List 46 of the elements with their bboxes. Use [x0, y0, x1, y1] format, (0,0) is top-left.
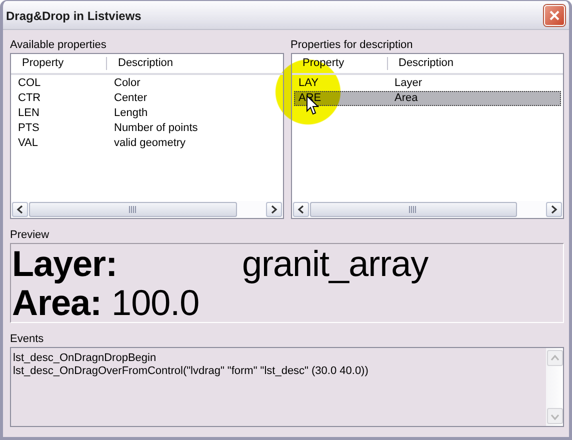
cell-text: VAL: [17, 136, 39, 151]
list-row[interactable]: CTR Center: [13, 91, 280, 106]
list-row[interactable]: COL Color: [13, 76, 280, 91]
cell-text: COL: [17, 76, 42, 91]
scroll-thumb[interactable]: [310, 202, 517, 217]
scroll-left-icon[interactable]: [292, 202, 308, 217]
cell-text: valid geometry: [113, 136, 186, 151]
preview-label: Layer:: [12, 244, 118, 283]
events-log[interactable]: lst_desc_OnDragnDropBegin lst_desc_OnDragOverFromControl("lvdrag" "form" "lst_desc" (30.0 40.0)): [10, 347, 564, 427]
close-icon: [549, 10, 560, 20]
cell-text: PTS: [17, 121, 40, 136]
scroll-right-icon[interactable]: [546, 202, 562, 217]
horizontal-scrollbar[interactable]: [11, 201, 282, 218]
cell-text: Area: [394, 91, 418, 106]
cell-text: Number of points: [113, 121, 198, 136]
preview-label: Area:: [12, 283, 102, 322]
cell-text: Color: [113, 76, 140, 91]
log-line: lst_desc_OnDragOverFromControl("lvdrag" "form" "lst_desc" (30.0 40.0)): [13, 365, 368, 378]
preview-value: 100.0: [112, 283, 200, 322]
section-label: Preview: [10, 228, 50, 243]
horizontal-scrollbar[interactable]: [292, 201, 563, 218]
section-label: Events: [10, 332, 44, 347]
list-label: Available properties: [10, 38, 106, 53]
cell-text: Center: [113, 91, 148, 106]
window-title: Drag&Drop in Listviews: [6, 8, 142, 23]
list-row[interactable]: LAY Layer: [294, 76, 561, 91]
log-line: lst_desc_OnDragnDropBegin: [13, 352, 156, 365]
column-header[interactable]: Property: [11, 57, 107, 70]
list-row[interactable]: VAL valid geometry: [13, 136, 280, 151]
cell-text: Layer: [394, 76, 422, 91]
preview-value: granit_array: [241, 244, 428, 283]
scroll-thumb[interactable]: [29, 202, 236, 217]
cell-text: Length: [113, 106, 148, 121]
close-button[interactable]: [544, 4, 565, 26]
cell-text: CTR: [17, 91, 42, 106]
scroll-left-icon[interactable]: [12, 202, 28, 217]
cell-text: LAY: [298, 76, 320, 91]
column-header[interactable]: Description: [388, 54, 454, 73]
column-header[interactable]: Description: [107, 54, 174, 73]
scroll-right-icon[interactable]: [266, 202, 282, 217]
list-row[interactable]: LEN Length: [13, 106, 280, 121]
cell-text: LEN: [17, 106, 40, 121]
list-row[interactable]: PTS Number of points: [13, 121, 280, 136]
scroll-down-icon: [546, 408, 562, 424]
list-label: Properties for description: [290, 38, 413, 53]
scroll-up-icon: [546, 350, 562, 366]
